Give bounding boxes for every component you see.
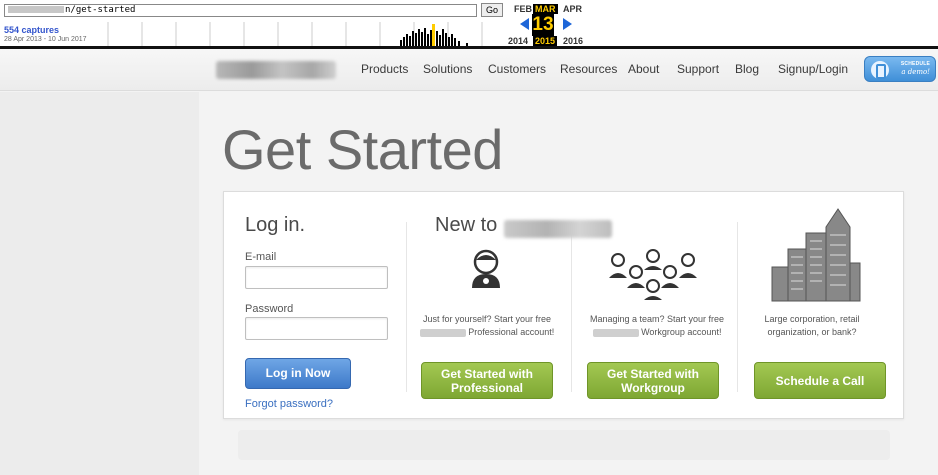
signup-heading: New to — [435, 214, 498, 236]
nav-support[interactable]: Support — [677, 62, 719, 76]
login-button[interactable]: Log in Now — [245, 358, 351, 389]
professional-desc-line1: Just for yourself? Start your free — [422, 314, 552, 324]
enterprise-desc-line1: Large corporation, retail — [764, 314, 860, 324]
page-title: Get Started — [222, 118, 503, 181]
nav-products[interactable]: Products — [361, 62, 408, 76]
wayback-current-year: 2015 — [533, 36, 558, 46]
phone-icon — [871, 61, 889, 79]
nav-signup-login[interactable]: Signup/Login — [778, 62, 848, 76]
professional-description: Just for yourself? Start your free Profe… — [416, 313, 558, 339]
workgroup-description: Managing a team? Start your free Workgro… — [582, 313, 732, 339]
left-gutter — [0, 92, 199, 475]
single-user-icon — [472, 249, 500, 288]
nav-about[interactable]: About — [628, 62, 659, 76]
wayback-prev-month[interactable]: FEB — [514, 4, 532, 14]
wayback-url-input[interactable]: n/get-started — [4, 4, 477, 17]
email-field[interactable] — [245, 266, 388, 289]
team-icon — [609, 249, 697, 300]
professional-desc-line2: Professional account! — [468, 327, 555, 337]
wayback-captures-link[interactable]: 554 captures — [4, 25, 59, 35]
login-heading: Log in. — [245, 214, 306, 236]
nav-resources[interactable]: Resources — [560, 62, 617, 76]
schedule-demo-bottom: a demo! — [901, 68, 930, 76]
wayback-sparkline[interactable] — [96, 20, 504, 46]
site-header: Products Solutions Customers Resources A… — [0, 49, 938, 91]
column-divider — [406, 222, 407, 392]
nav-blog[interactable]: Blog — [735, 62, 759, 76]
wayback-current-day: 13 — [532, 14, 554, 36]
schedule-call-button[interactable]: Schedule a Call — [754, 362, 886, 399]
get-started-professional-button[interactable]: Get Started with Professional — [421, 362, 553, 399]
enterprise-description: Large corporation, retail organization, … — [750, 313, 874, 339]
buildings-icon — [771, 208, 861, 302]
schedule-demo-button[interactable]: SCHEDULE a demo! — [864, 56, 936, 82]
url-text: n/get-started — [65, 5, 136, 15]
forgot-password-link[interactable]: Forgot password? — [245, 398, 333, 410]
site-logo[interactable] — [216, 61, 336, 79]
password-field[interactable] — [245, 317, 388, 340]
password-label: Password — [245, 303, 294, 315]
email-label: E-mail — [245, 251, 277, 263]
wayback-next-arrow-icon[interactable] — [563, 18, 572, 30]
get-started-workgroup-button[interactable]: Get Started with Workgroup — [587, 362, 719, 399]
brand-redacted — [592, 328, 639, 337]
wayback-capture-range: 28 Apr 2013 - 10 Jun 2017 — [4, 36, 87, 43]
column-divider — [737, 222, 738, 392]
nav-solutions[interactable]: Solutions — [423, 62, 472, 76]
wayback-toolbar: n/get-started Go 554 captures 28 Apr 201… — [0, 0, 938, 46]
url-redacted — [8, 6, 64, 13]
signup-heading-redacted — [504, 220, 612, 238]
wayback-prev-arrow-icon[interactable] — [520, 18, 529, 30]
workgroup-desc-line2: Workgroup account! — [641, 327, 722, 337]
wayback-prev-year[interactable]: 2014 — [508, 36, 528, 46]
nav-customers[interactable]: Customers — [488, 62, 546, 76]
workgroup-desc-line1: Managing a team? Start your free — [589, 314, 725, 324]
wayback-next-year[interactable]: 2016 — [563, 36, 583, 46]
brand-redacted — [419, 328, 466, 337]
schedule-demo-top: SCHEDULE — [900, 61, 930, 67]
enterprise-desc-line2: organization, or bank? — [767, 327, 857, 337]
wayback-current-month: MAR — [533, 4, 558, 14]
wayback-go-button[interactable]: Go — [481, 3, 503, 17]
card-footer-shadow — [238, 430, 890, 460]
wayback-next-month[interactable]: APR — [563, 4, 582, 14]
column-divider — [571, 222, 572, 392]
